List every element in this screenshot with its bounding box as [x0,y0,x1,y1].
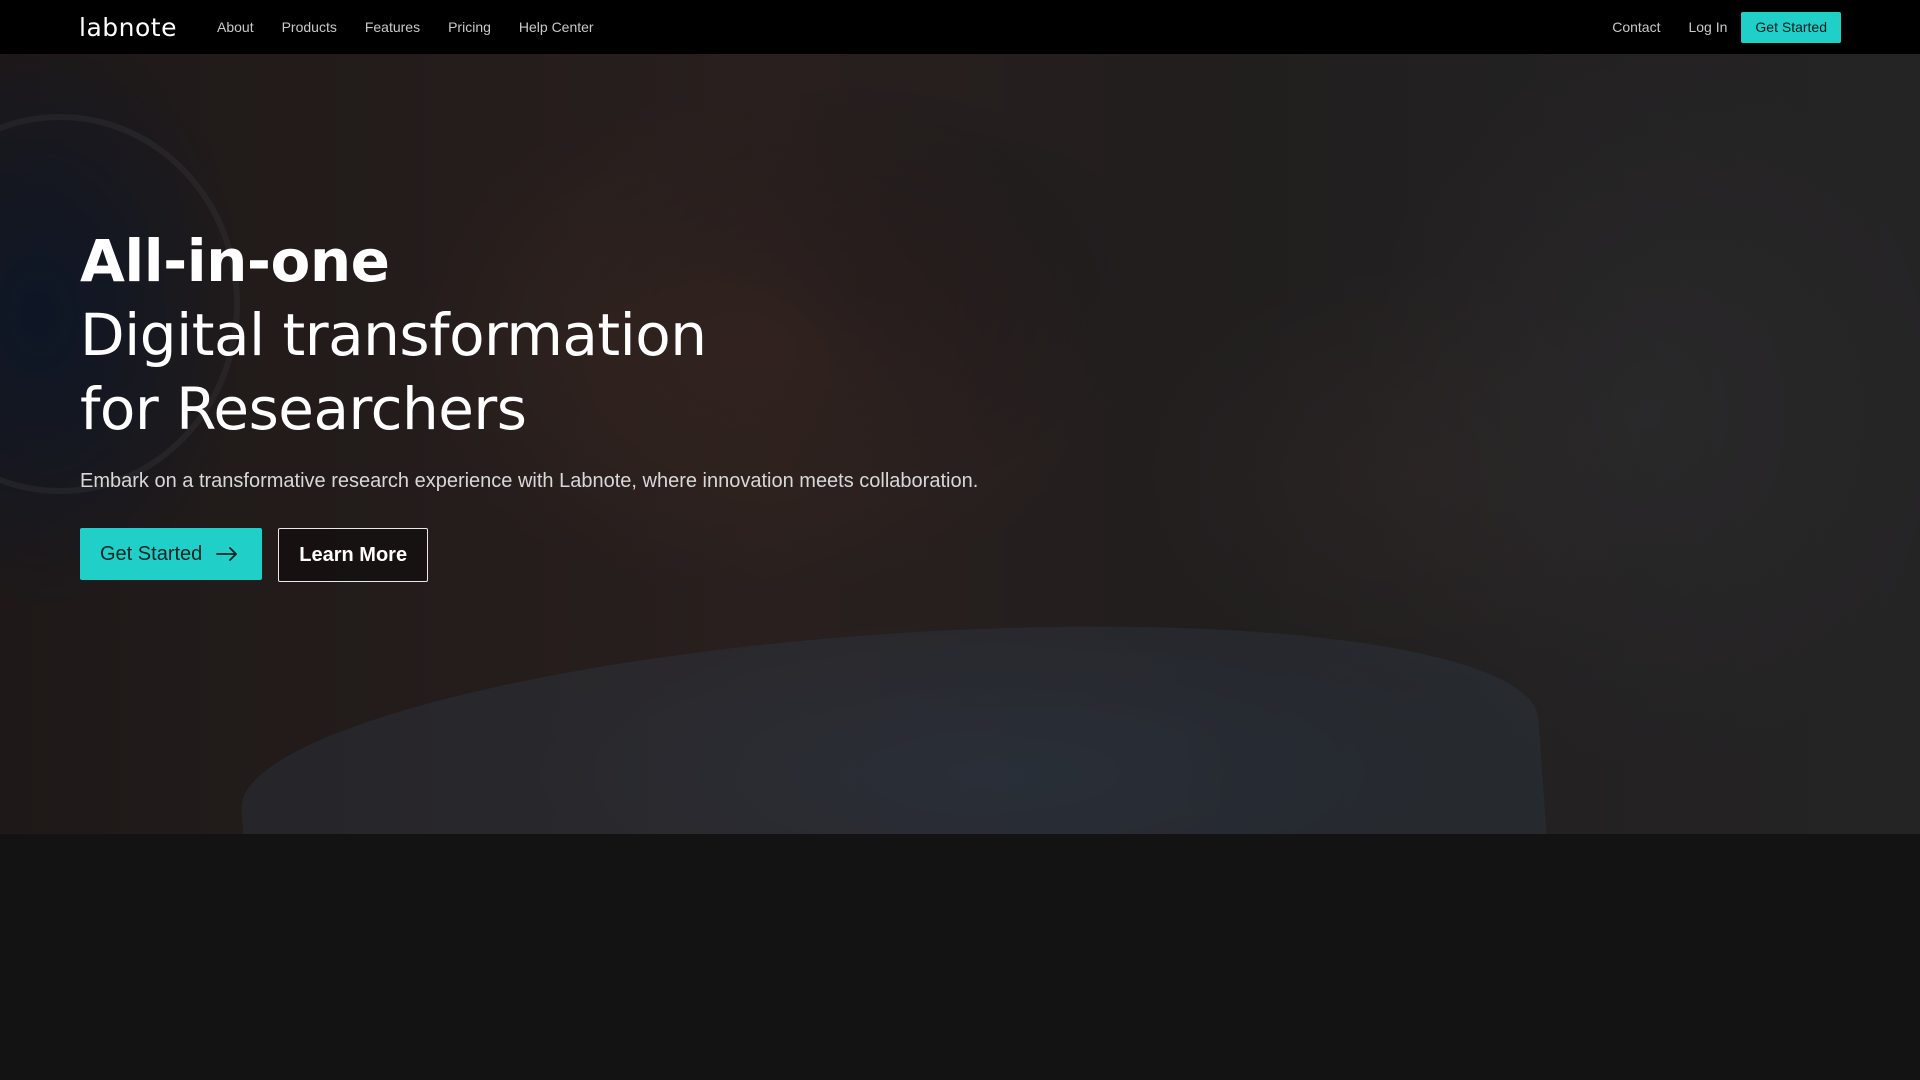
hero-section: All-in-one Digital transformation for Re… [0,54,1920,834]
headline-bold-line: All-in-one [80,227,390,295]
hero-subtitle: Embark on a transformative research expe… [80,470,979,492]
login-link[interactable]: Log In [1688,0,1727,54]
primary-nav: About Products Features Pricing Help Cen… [217,0,622,54]
nav-link-help-center[interactable]: Help Center [519,0,594,54]
nav-link-about[interactable]: About [217,0,254,54]
nav-link-products[interactable]: Products [282,0,337,54]
nav-link-features[interactable]: Features [365,0,420,54]
learn-more-button[interactable]: Learn More [278,528,429,582]
labnote-logo[interactable]: labnote [79,12,177,42]
nav-get-started-button[interactable]: Get Started [1741,11,1841,43]
below-hero-section [0,834,1920,1080]
top-navbar: labnote About Products Features Pricing … [0,0,1920,54]
get-started-button[interactable]: Get Started [80,528,263,580]
hero-actions: Get Started Learn More [80,528,1180,582]
hero-content: All-in-one Digital transformation for Re… [80,224,1180,582]
hero-headline: All-in-one Digital transformation for Re… [80,224,1180,446]
headline-line-2: Digital transformation [80,301,707,369]
arrow-right-icon [216,547,238,561]
secondary-nav: Contact Log In Get Started [1612,0,1841,54]
headline-line-3: for Researchers [80,375,527,443]
nav-link-pricing[interactable]: Pricing [448,0,491,54]
get-started-label: Get Started [100,542,203,565]
nav-link-contact[interactable]: Contact [1612,0,1660,54]
